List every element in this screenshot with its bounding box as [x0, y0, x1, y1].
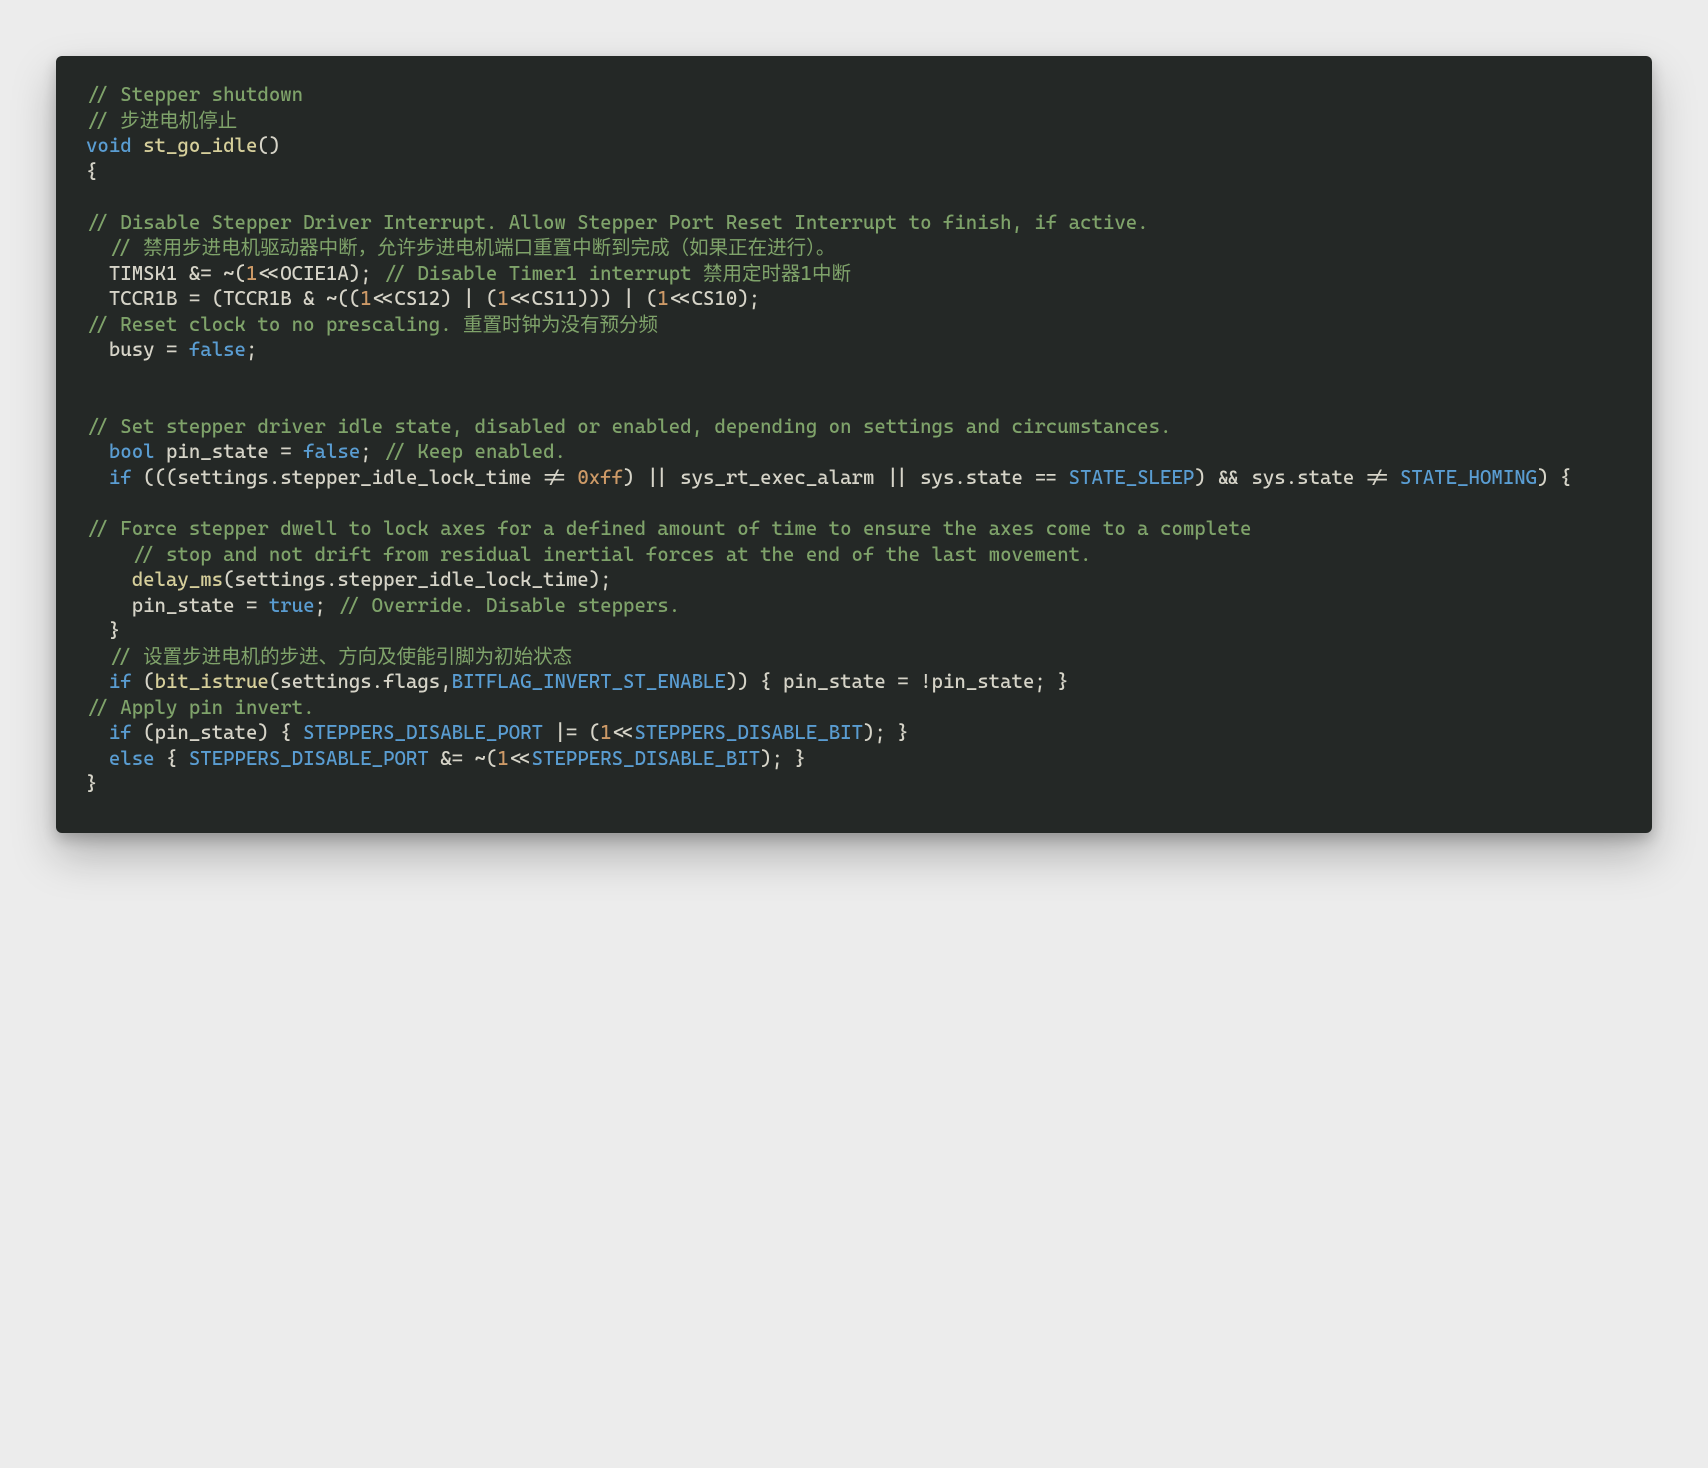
brace-close: }: [86, 772, 97, 795]
macro-disable-port: STEPPERS_DISABLE_PORT: [303, 721, 543, 744]
code-text: [86, 747, 109, 770]
brace-open: {: [86, 160, 97, 183]
code-text: <<: [509, 747, 532, 770]
comment-inline: // Override. Disable steppers.: [337, 594, 680, 617]
code-text: ); }: [760, 747, 806, 770]
keyword-if: if: [109, 721, 132, 744]
code-text: busy =: [86, 338, 189, 361]
code-text: <<OCIE1A);: [257, 262, 383, 285]
comment-line: // Disable Stepper Driver Interrupt. All…: [86, 211, 1149, 234]
code-text: ;: [360, 440, 383, 463]
comment-inline: // Keep enabled.: [383, 440, 566, 463]
code-text: ) && sys.state !=: [1194, 466, 1400, 489]
code-text: (): [257, 134, 280, 157]
code-text: ) || sys_rt_exec_alarm || sys.state ==: [623, 466, 1069, 489]
bool-false: false: [303, 440, 360, 463]
code-text: pin_state =: [86, 594, 269, 617]
code-text: TCCR1B = (TCCR1B & ~((: [86, 287, 360, 310]
comment-line: // Set stepper driver idle state, disabl…: [86, 415, 1171, 438]
brace-close: }: [86, 619, 120, 642]
code-text: )) { pin_state = !pin_state; }: [726, 670, 1069, 693]
code-card: // Stepper shutdown // 步进电机停止 void st_go…: [56, 56, 1652, 833]
code-text: <<CS12) | (: [372, 287, 498, 310]
keyword-if: if: [109, 466, 132, 489]
number-literal: 1: [657, 287, 668, 310]
number-literal: 1: [600, 721, 611, 744]
comment-line: // Apply pin invert.: [86, 696, 315, 719]
code-text: pin_state =: [155, 440, 304, 463]
code-text: ) {: [1537, 466, 1571, 489]
comment-line: // 步进电机停止: [86, 109, 237, 132]
code-block: // Stepper shutdown // 步进电机停止 void st_go…: [86, 82, 1622, 797]
keyword-void: void: [86, 134, 132, 157]
code-text: <<: [612, 721, 635, 744]
page: // Stepper shutdown // 步进电机停止 void st_go…: [0, 0, 1708, 889]
keyword-else: else: [109, 747, 155, 770]
comment-line: // Force stepper dwell to lock axes for …: [86, 517, 1251, 540]
code-text: <<CS10);: [669, 287, 760, 310]
keyword-if: if: [109, 670, 132, 693]
code-text: [86, 568, 132, 591]
code-text: (: [132, 670, 155, 693]
number-literal: 1: [246, 262, 257, 285]
code-text: (settings.flags,: [269, 670, 452, 693]
func-delay-ms: delay_ms: [132, 568, 223, 591]
code-text: (pin_state) {: [132, 721, 303, 744]
code-text: ); }: [863, 721, 909, 744]
code-text: ;: [315, 594, 338, 617]
macro-bitflag: BITFLAG_INVERT_ST_ENABLE: [452, 670, 726, 693]
code-text: &= ~(: [429, 747, 498, 770]
number-literal: 1: [497, 747, 508, 770]
bool-false: false: [189, 338, 246, 361]
code-text: (settings.stepper_idle_lock_time);: [223, 568, 611, 591]
code-text: ;: [246, 338, 257, 361]
number-literal: 1: [497, 287, 508, 310]
number-literal: 1: [360, 287, 371, 310]
comment-line: // Reset clock to no prescaling. 重置时钟为没有…: [86, 313, 658, 336]
code-text: |= (: [543, 721, 600, 744]
code-text: {: [155, 747, 189, 770]
code-text: (((settings.stepper_idle_lock_time !=: [132, 466, 578, 489]
macro-state-homing: STATE_HOMING: [1400, 466, 1537, 489]
code-text: [86, 466, 109, 489]
func-bit-istrue: bit_istrue: [155, 670, 269, 693]
comment-line: // Stepper shutdown: [86, 83, 303, 106]
func-name: st_go_idle: [132, 134, 258, 157]
macro-disable-port: STEPPERS_DISABLE_PORT: [189, 747, 429, 770]
code-text: [86, 440, 109, 463]
code-text: <<CS11))) | (: [509, 287, 658, 310]
code-text: [86, 721, 109, 744]
bool-true: true: [269, 594, 315, 617]
code-text: TIMSK1 &= ~(: [86, 262, 246, 285]
comment-line: // 设置步进电机的步进、方向及使能引脚为初始状态: [86, 645, 572, 668]
comment-line: // stop and not drift from residual iner…: [86, 543, 1091, 566]
code-text: [86, 670, 109, 693]
comment-line: // 禁用步进电机驱动器中断，允许步进电机端口重置中断到完成（如果正在进行）。: [86, 236, 835, 259]
macro-state-sleep: STATE_SLEEP: [1069, 466, 1195, 489]
keyword-bool: bool: [109, 440, 155, 463]
macro-disable-bit: STEPPERS_DISABLE_BIT: [532, 747, 761, 770]
hex-literal: 0xff: [577, 466, 623, 489]
macro-disable-bit: STEPPERS_DISABLE_BIT: [635, 721, 864, 744]
comment-inline: // Disable Timer1 interrupt 禁用定时器1中断: [383, 262, 851, 285]
